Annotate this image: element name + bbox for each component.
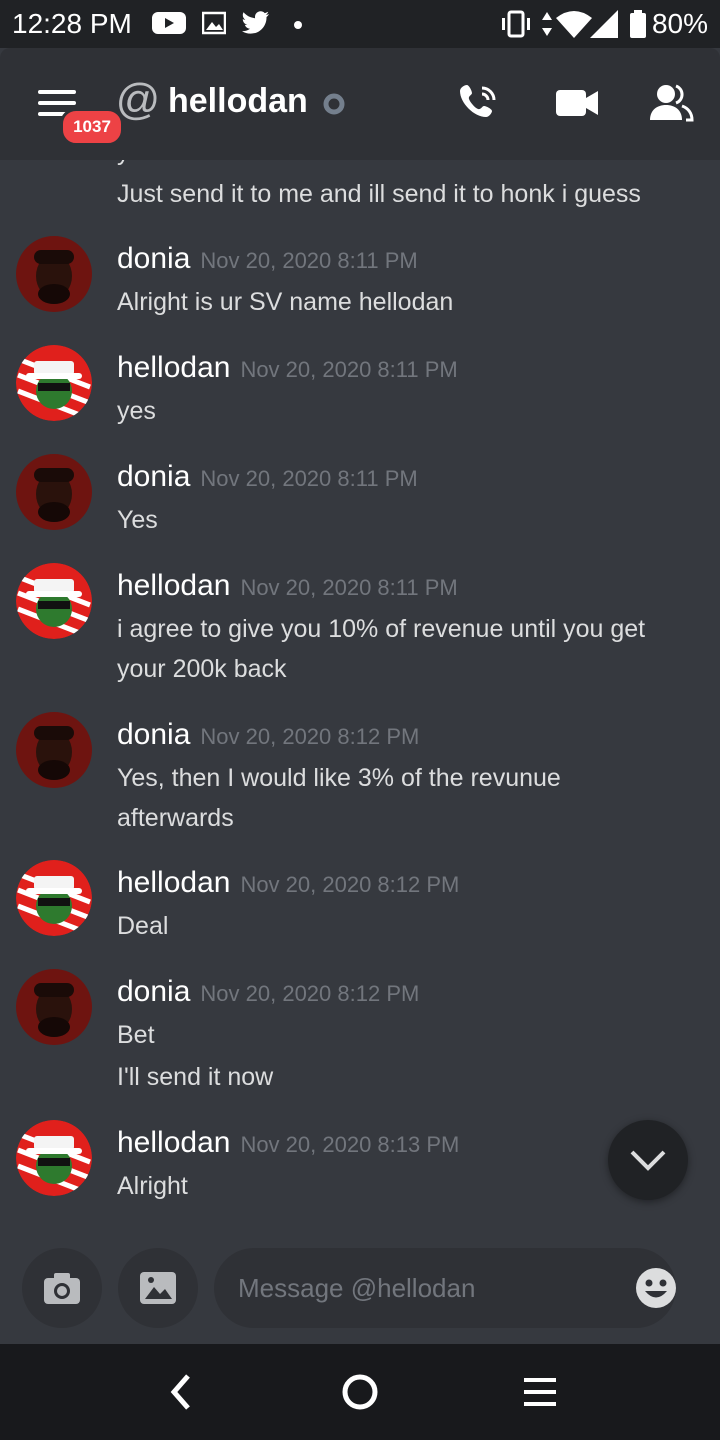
- message-text: i agree to give you 10% of revenue until…: [117, 615, 646, 643]
- message-text: afterwards: [117, 804, 234, 832]
- message-text: yes: [117, 397, 156, 425]
- message-timestamp: Nov 20, 2020 8:11 PM: [200, 466, 418, 491]
- avatar-hellodan[interactable]: [16, 345, 92, 421]
- twitter-icon: [242, 11, 269, 34]
- avatar-donia[interactable]: [16, 236, 92, 312]
- camera-button[interactable]: [22, 1248, 102, 1328]
- message-timestamp: Nov 20, 2020 8:11 PM: [240, 357, 458, 382]
- jump-to-bottom-button[interactable]: [608, 1120, 688, 1200]
- author-name[interactable]: donia: [117, 242, 190, 275]
- message-author[interactable]: donia Nov 20, 2020 8:11 PM: [117, 460, 418, 494]
- author-name[interactable]: hellodan: [117, 569, 230, 602]
- home-icon[interactable]: [340, 1372, 380, 1412]
- system-nav-bar: [0, 1344, 720, 1440]
- message-author[interactable]: donia Nov 20, 2020 8:12 PM: [117, 975, 419, 1009]
- author-name[interactable]: hellodan: [117, 1126, 230, 1159]
- avatar-hellodan[interactable]: [16, 563, 92, 639]
- chevron-down-icon: [630, 1150, 666, 1171]
- message-text: Yes, then I would like 3% of the revunue: [117, 764, 561, 792]
- video-icon[interactable]: [556, 82, 598, 124]
- battery-icon: [630, 10, 646, 38]
- channel-title: hellodan: [168, 82, 308, 120]
- gallery-button[interactable]: [118, 1248, 198, 1328]
- camera-icon: [44, 1273, 80, 1304]
- message-author[interactable]: hellodan Nov 20, 2020 8:11 PM: [117, 351, 458, 385]
- message-input[interactable]: [214, 1248, 676, 1328]
- message-list[interactable]: yeah Just send it to me and ill send it …: [0, 160, 720, 1236]
- avatar-donia[interactable]: [16, 454, 92, 530]
- svg-text:@: @: [116, 78, 160, 122]
- message-text: Alright is ur SV name hellodan: [117, 288, 454, 316]
- data-arrows-icon: [542, 12, 552, 36]
- message-author[interactable]: hellodan Nov 20, 2020 8:13 PM: [117, 1126, 459, 1160]
- author-name[interactable]: donia: [117, 975, 190, 1008]
- message-timestamp: Nov 20, 2020 8:13 PM: [240, 1132, 460, 1157]
- avatar-donia[interactable]: [16, 712, 92, 788]
- call-icon[interactable]: [458, 82, 500, 124]
- status-time: 12:28 PM: [12, 8, 132, 39]
- status-bar: 12:28 PM 80%: [0, 0, 720, 48]
- image-icon: [140, 1272, 176, 1304]
- message-text: your 200k back: [117, 655, 287, 683]
- message-author[interactable]: hellodan Nov 20, 2020 8:11 PM: [117, 569, 458, 603]
- author-name[interactable]: hellodan: [117, 866, 230, 899]
- message-text: Just send it to me and ill send it to ho…: [117, 180, 641, 208]
- vibrate-icon: [502, 10, 530, 38]
- channel-header: 1037 @ hellodan: [0, 48, 720, 160]
- avatar-hellodan[interactable]: [16, 1120, 92, 1196]
- message-text: I'll send it now: [117, 1063, 274, 1091]
- message-author[interactable]: donia Nov 20, 2020 8:11 PM: [117, 242, 418, 276]
- gallery-icon: [202, 11, 226, 35]
- author-name[interactable]: hellodan: [117, 351, 230, 384]
- message-text: Alright: [117, 1172, 188, 1200]
- message-composer: [0, 1236, 720, 1344]
- emoji-icon[interactable]: [634, 1266, 678, 1310]
- back-icon[interactable]: [166, 1372, 196, 1412]
- author-name[interactable]: donia: [117, 460, 190, 493]
- battery-percent: 80%: [651, 8, 708, 39]
- author-name[interactable]: donia: [117, 718, 190, 751]
- message-text: Deal: [117, 912, 169, 940]
- offline-status-icon: [323, 93, 345, 115]
- at-icon: @: [116, 78, 160, 122]
- message-timestamp: Nov 20, 2020 8:11 PM: [200, 248, 418, 273]
- message-author[interactable]: donia Nov 20, 2020 8:12 PM: [117, 718, 419, 752]
- signal-icon: [590, 10, 618, 38]
- unread-badge: 1037: [60, 108, 124, 146]
- message-timestamp: Nov 20, 2020 8:12 PM: [200, 724, 420, 749]
- message-timestamp: Nov 20, 2020 8:11 PM: [240, 575, 458, 600]
- wifi-icon: [556, 11, 592, 38]
- recents-icon[interactable]: [522, 1372, 558, 1412]
- message-author[interactable]: hellodan Nov 20, 2020 8:12 PM: [117, 866, 459, 900]
- message-timestamp: Nov 20, 2020 8:12 PM: [240, 872, 460, 897]
- message-text: Bet: [117, 1021, 155, 1049]
- avatar-donia[interactable]: [16, 969, 92, 1045]
- youtube-icon: [152, 12, 186, 34]
- members-icon[interactable]: [650, 82, 694, 124]
- message-cutoff-fragment: yeah: [117, 160, 171, 167]
- avatar-hellodan[interactable]: [16, 860, 92, 936]
- dot-icon: [294, 21, 302, 29]
- message-text: Yes: [117, 506, 158, 534]
- message-timestamp: Nov 20, 2020 8:12 PM: [200, 981, 420, 1006]
